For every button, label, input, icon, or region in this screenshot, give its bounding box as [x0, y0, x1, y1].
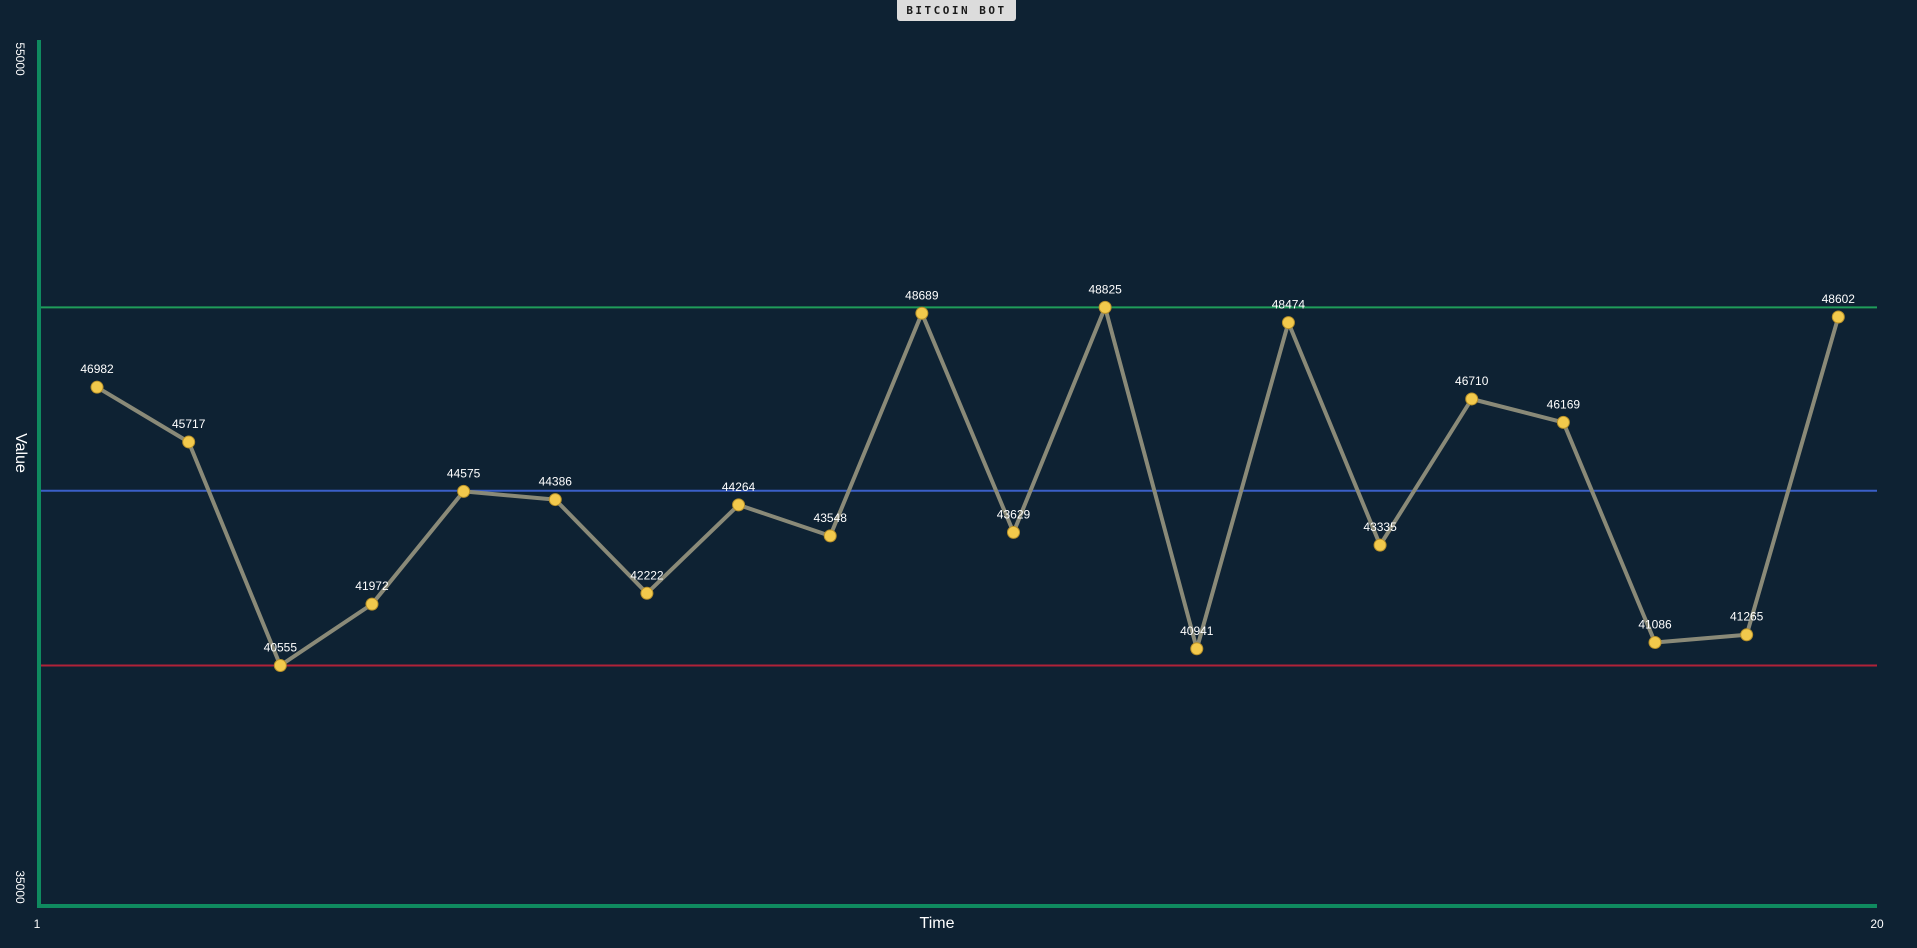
data-point	[1098, 300, 1112, 314]
data-label: 48602	[1822, 292, 1856, 306]
data-point	[1281, 316, 1295, 330]
x-tick-label-max: 20	[1870, 917, 1884, 931]
bitcoin-bot-button[interactable]: BITCOIN BOT	[897, 0, 1016, 21]
data-point	[915, 306, 929, 320]
data-label: 42222	[630, 568, 664, 582]
axis-labels: 55000 35000 Value 1 20 Time	[12, 42, 1884, 932]
data-label: 46169	[1547, 397, 1581, 411]
series-line	[95, 305, 1841, 668]
data-point	[732, 498, 746, 512]
line-chart: 46982 45717 40555 41972 44575 44386 42222 44264…	[12, 40, 1884, 932]
y-tick-label-max: 55000	[13, 42, 27, 76]
data-point	[1465, 392, 1479, 406]
x-axis-title: Time	[920, 915, 955, 932]
reference-lines	[39, 306, 1877, 667]
series-value: 46982 45717 40555 41972 44575 44386 42222 44264…	[80, 282, 1856, 672]
data-point	[548, 493, 562, 507]
data-label: 43548	[814, 511, 848, 525]
data-label: 44386	[539, 475, 573, 489]
data-point	[823, 529, 837, 543]
data-point	[640, 586, 654, 600]
chart-stage: 46982 45717 40555 41972 44575 44386 42222 44264…	[0, 0, 1917, 948]
data-label: 41265	[1730, 610, 1764, 624]
data-label: 45717	[172, 417, 206, 431]
axes	[37, 40, 1877, 908]
data-label: 48474	[1272, 298, 1306, 312]
data-point	[90, 380, 104, 394]
data-label: 44264	[722, 480, 756, 494]
data-point	[1190, 642, 1204, 656]
y-tick-label-min: 35000	[13, 870, 27, 904]
data-label: 43335	[1363, 520, 1397, 534]
data-point	[273, 658, 287, 672]
data-point	[1740, 628, 1754, 642]
data-point	[457, 484, 471, 498]
data-point	[1006, 525, 1020, 539]
data-point	[1556, 415, 1570, 429]
data-label: 46710	[1455, 374, 1489, 388]
data-label: 40555	[264, 640, 298, 654]
data-label: 46982	[80, 362, 114, 376]
data-point	[1648, 635, 1662, 649]
data-label: 48689	[905, 288, 939, 302]
data-label: 43629	[997, 507, 1031, 521]
data-label: 48825	[1088, 282, 1122, 296]
y-axis-title: Value	[12, 433, 29, 473]
x-tick-label-min: 1	[34, 917, 41, 931]
data-point	[1373, 538, 1387, 552]
data-point	[182, 435, 196, 449]
data-label: 44575	[447, 466, 481, 480]
data-label: 41086	[1638, 617, 1672, 631]
data-point	[365, 597, 379, 611]
data-label: 40941	[1180, 624, 1214, 638]
data-point	[1831, 310, 1845, 324]
data-label: 41972	[355, 579, 389, 593]
